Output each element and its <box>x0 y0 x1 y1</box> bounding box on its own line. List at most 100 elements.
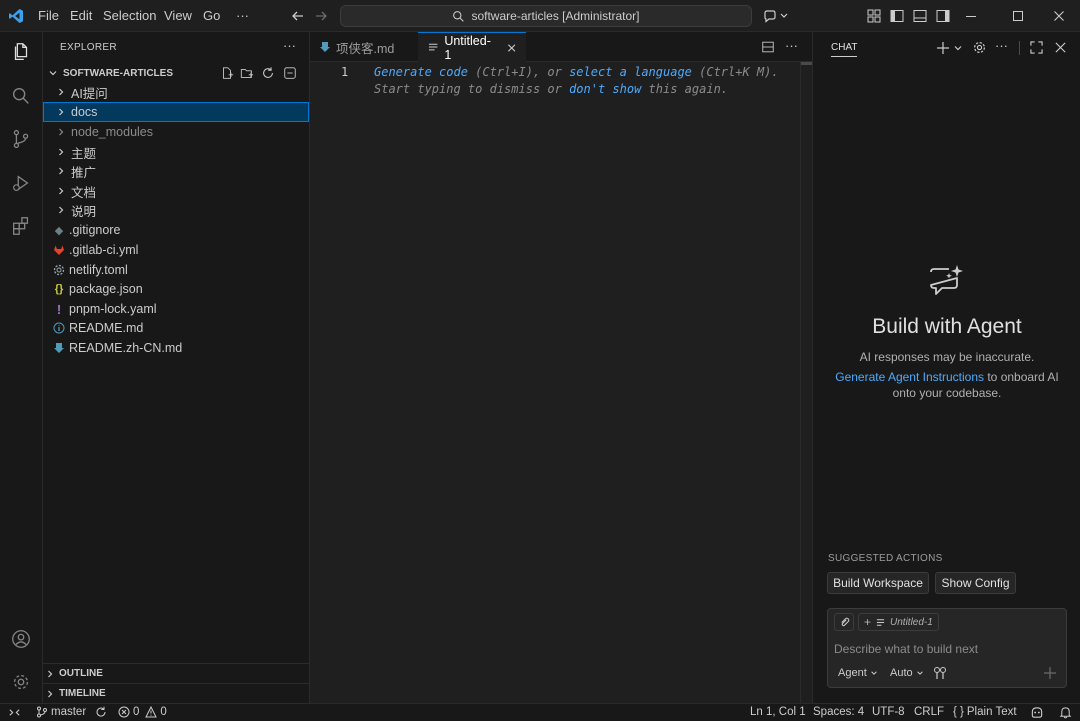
extensions-icon[interactable] <box>10 215 32 237</box>
tree-file[interactable]: README.md <box>43 318 309 338</box>
attach-button[interactable] <box>834 613 854 631</box>
generate-instructions-link[interactable]: Generate Agent Instructions <box>835 370 984 384</box>
menu-file[interactable]: File <box>38 8 59 23</box>
sync-icon[interactable] <box>95 706 107 718</box>
generate-code-link[interactable]: Generate code <box>374 65 468 79</box>
suggested-actions-title: SUGGESTED ACTIONS <box>828 553 943 564</box>
cursor-position[interactable]: Ln 1, Col 1 <box>750 706 806 718</box>
editor-scrollbar[interactable] <box>800 62 812 703</box>
build-workspace-button[interactable]: Build Workspace <box>827 572 929 594</box>
collapse-all-icon[interactable] <box>283 66 297 80</box>
tree-folder[interactable]: node_modules <box>43 122 309 142</box>
maximize-chat-icon[interactable] <box>1030 41 1043 54</box>
chat-more-icon[interactable]: ··· <box>995 38 1008 53</box>
copilot-icon[interactable] <box>762 8 778 24</box>
timeline-section[interactable]: TIMELINE <box>43 683 309 703</box>
new-chat-plus-icon[interactable] <box>936 41 950 55</box>
close-chat-icon[interactable] <box>1054 41 1067 54</box>
menu-go[interactable]: Go <box>203 8 220 23</box>
outline-section[interactable]: OUTLINE <box>43 663 309 683</box>
split-editor-icon[interactable] <box>761 40 775 54</box>
search-activity-icon[interactable] <box>10 85 32 107</box>
chevron-right-icon <box>53 127 69 137</box>
select-language-link[interactable]: select a language <box>569 65 692 79</box>
tree-file-label: netlify.toml <box>69 263 128 277</box>
encoding[interactable]: UTF-8 <box>872 706 905 718</box>
line-number: 1 <box>341 65 349 79</box>
tools-icon[interactable] <box>933 666 947 680</box>
dont-show-link[interactable]: don't show <box>569 82 641 96</box>
editor-more-icon[interactable]: ··· <box>785 38 798 53</box>
tree-folder[interactable]: AI提问 <box>43 82 309 102</box>
line-ending[interactable]: CRLF <box>914 706 944 718</box>
customize-layout-icon[interactable] <box>866 8 882 24</box>
refresh-icon[interactable] <box>261 66 275 80</box>
explorer-more-icon[interactable]: ··· <box>283 38 296 53</box>
menu-more[interactable]: ··· <box>236 8 249 23</box>
problems-indicator[interactable]: 0 0 <box>118 706 167 718</box>
account-icon[interactable] <box>10 628 32 650</box>
close-tab-icon[interactable] <box>507 43 516 53</box>
tree-file[interactable]: README.zh-CN.md <box>43 338 309 358</box>
tree-file-label: README.md <box>69 321 144 335</box>
source-control-icon[interactable] <box>10 128 32 150</box>
back-arrow-icon[interactable] <box>290 8 306 24</box>
search-icon <box>453 10 465 22</box>
tree-folder[interactable]: 说明 <box>43 200 309 220</box>
agent-chat-sparkle-icon <box>930 265 963 295</box>
branch-indicator[interactable]: master <box>36 706 107 718</box>
indentation[interactable]: Spaces: 4 <box>813 706 864 718</box>
tree-file-label: .gitlab-ci.yml <box>69 243 139 257</box>
context-file-chip[interactable]: + Untitled-1 <box>858 613 939 631</box>
branch-name: master <box>51 706 87 718</box>
model-dropdown[interactable]: Auto <box>890 667 924 679</box>
chat-settings-gear-icon[interactable] <box>972 40 987 55</box>
chat-input-box[interactable]: + Untitled-1 Describe what to build next… <box>827 608 1067 688</box>
timeline-label: TIMELINE <box>59 688 106 699</box>
show-config-button[interactable]: Show Config <box>935 572 1016 594</box>
chat-input-placeholder[interactable]: Describe what to build next <box>834 642 978 656</box>
tab-untitled-active[interactable]: Untitled-1 <box>418 32 526 62</box>
language-mode[interactable]: { } Plain Text <box>953 706 1017 718</box>
mode-dropdown[interactable]: Agent <box>838 667 878 679</box>
tree-file[interactable]: .gitlab-ci.yml <box>43 240 309 260</box>
add-context-plus-icon[interactable]: + <box>864 615 871 629</box>
tab-markdown-file[interactable]: 项侠客.md <box>310 32 418 62</box>
maximize-icon[interactable] <box>1010 8 1026 24</box>
notifications-bell-icon[interactable] <box>1059 706 1072 719</box>
tree-folder[interactable]: 推广 <box>43 161 309 181</box>
menu-view[interactable]: View <box>164 8 192 23</box>
send-plus-icon[interactable] <box>1043 666 1057 680</box>
run-debug-icon[interactable] <box>10 172 32 194</box>
command-center-search[interactable]: software-articles [Administrator] <box>340 5 752 27</box>
toggle-primary-sidebar-icon[interactable] <box>889 8 905 24</box>
tree-file[interactable]: ! pnpm-lock.yaml <box>43 299 309 319</box>
tree-file[interactable]: ◆ .gitignore <box>43 220 309 240</box>
warning-count: 0 <box>160 706 167 718</box>
forward-arrow-icon[interactable] <box>313 8 329 24</box>
tree-folder[interactable]: 主题 <box>43 142 309 162</box>
menu-edit[interactable]: Edit <box>70 8 92 23</box>
model-label: Auto <box>890 667 913 679</box>
text-file-icon <box>876 618 885 626</box>
menu-selection[interactable]: Selection <box>103 8 156 23</box>
chat-title: CHAT <box>831 42 858 57</box>
chevron-down-icon[interactable] <box>779 8 789 24</box>
minimize-icon[interactable] <box>963 8 979 24</box>
hint-text: this again. <box>641 82 729 96</box>
tree-file[interactable]: {} package.json <box>43 279 309 299</box>
tree-file[interactable]: netlify.toml <box>43 260 309 280</box>
chevron-down-icon[interactable] <box>953 43 963 53</box>
new-folder-icon[interactable] <box>240 66 254 80</box>
remote-indicator-icon[interactable] <box>8 706 21 719</box>
explorer-files-icon[interactable] <box>10 41 32 63</box>
tree-folder-selected[interactable]: docs <box>43 102 309 122</box>
vscode-logo-icon <box>9 9 23 23</box>
close-window-icon[interactable] <box>1051 8 1067 24</box>
manage-gear-icon[interactable] <box>10 671 32 693</box>
toggle-secondary-sidebar-icon[interactable] <box>935 8 951 24</box>
tree-folder[interactable]: 文档 <box>43 181 309 201</box>
copilot-status-icon[interactable] <box>1030 706 1044 719</box>
toggle-panel-icon[interactable] <box>912 8 928 24</box>
new-file-icon[interactable] <box>220 66 234 80</box>
